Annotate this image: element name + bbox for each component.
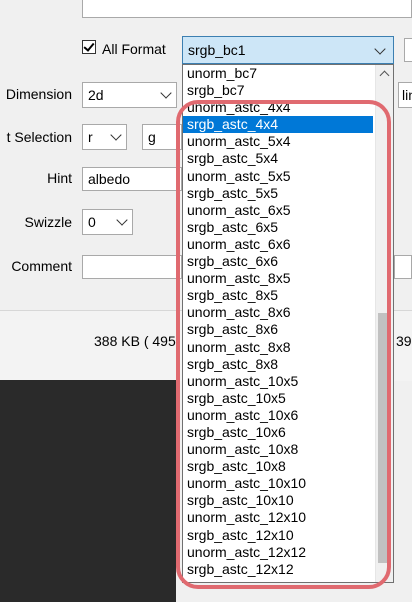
dropdown-option[interactable]: srgb_astc_10x10 [183, 492, 373, 509]
dropdown-option[interactable]: srgb_astc_10x5 [183, 390, 373, 407]
dropdown-option[interactable]: srgb_astc_6x6 [183, 253, 373, 270]
dropdown-option[interactable]: unorm_astc_12x12 [183, 544, 373, 561]
dropdown-option[interactable]: srgb_astc_10x6 [183, 424, 373, 441]
channel-g-value: g [148, 129, 156, 145]
dropdown-option[interactable]: srgb_astc_5x4 [183, 150, 373, 167]
top-text-field[interactable] [82, 0, 412, 18]
format-select-value: srgb_bc1 [188, 42, 246, 58]
size-text-right: 39 [396, 333, 412, 349]
scroll-up-icon[interactable] [376, 65, 393, 82]
dropdown-option[interactable]: srgb_astc_5x5 [183, 185, 373, 202]
dropdown-option[interactable]: unorm_astc_10x10 [183, 475, 373, 492]
dimension-value: 2d [88, 87, 104, 103]
dropdown-option[interactable]: unorm_astc_4x4 [183, 99, 373, 116]
chevron-down-icon [374, 43, 386, 55]
swizzle-value: 0 [88, 214, 96, 230]
channel-r-value: r [88, 129, 93, 145]
comment-input[interactable] [82, 255, 182, 279]
dropdown-option[interactable]: unorm_astc_10x6 [183, 407, 373, 424]
channel-selection-label: t Selection [6, 129, 72, 145]
size-text: 388 KB ( 495 [94, 333, 176, 349]
dropdown-option[interactable]: unorm_astc_5x5 [183, 168, 373, 185]
dropdown-option[interactable]: unorm_astc_10x5 [183, 373, 373, 390]
dropdown-option[interactable]: unorm_astc_12x10 [183, 509, 373, 526]
right-fragment-select[interactable]: lin [398, 82, 412, 108]
dropdown-option[interactable]: unorm_bc7 [183, 65, 373, 82]
scrollbar-thumb[interactable] [378, 313, 390, 563]
dropdown-option[interactable]: unorm_astc_8x5 [183, 270, 373, 287]
dropdown-option[interactable]: unorm_astc_8x8 [183, 339, 373, 356]
dropdown-option[interactable]: unorm_astc_10x8 [183, 441, 373, 458]
dropdown-option[interactable]: unorm_astc_6x6 [183, 236, 373, 253]
all-format-label: All Format [102, 41, 166, 57]
comment-input-right[interactable] [394, 255, 412, 279]
dropdown-option[interactable]: unorm_astc_6x5 [183, 202, 373, 219]
format-options: unorm_bc7 srgb_bc7 unorm_astc_4x4 srgb_astc… [183, 65, 373, 578]
dropdown-option[interactable]: srgb_astc_12x10 [183, 527, 373, 544]
dimension-select[interactable]: 2d [82, 82, 177, 108]
chevron-down-icon [110, 129, 122, 141]
dropdown-option[interactable]: srgb_astc_4x4 [183, 116, 373, 134]
dropdown-option[interactable]: srgb_astc_6x5 [183, 219, 373, 236]
dropdown-option[interactable]: srgb_astc_8x5 [183, 287, 373, 304]
hint-value: albedo [88, 171, 131, 187]
dimension-label: Dimension [5, 86, 72, 102]
swizzle-select[interactable]: 0 [82, 209, 133, 235]
dropdown-option[interactable]: srgb_astc_8x6 [183, 321, 373, 338]
right-fragment-control[interactable] [404, 38, 412, 62]
all-format-checkbox[interactable] [82, 40, 96, 54]
right-fragment-text: lin [402, 87, 412, 103]
hint-input[interactable]: albedo [82, 167, 182, 191]
swizzle-label: Swizzle [24, 214, 72, 230]
dropdown-option[interactable]: unorm_astc_5x4 [183, 133, 373, 150]
hint-label: Hint [47, 170, 72, 186]
comment-label: Comment [11, 258, 72, 274]
chevron-down-icon [160, 87, 172, 99]
dropdown-scrollbar[interactable] [375, 65, 393, 582]
chevron-down-icon [116, 214, 128, 226]
dropdown-option[interactable]: srgb_astc_10x8 [183, 458, 373, 475]
preview-panel [0, 380, 176, 602]
dropdown-option[interactable]: srgb_astc_8x8 [183, 356, 373, 373]
dropdown-option[interactable]: srgb_bc7 [183, 82, 373, 99]
dropdown-option[interactable]: srgb_astc_12x12 [183, 561, 373, 578]
channel-g-select[interactable]: g [142, 124, 182, 150]
dropdown-option[interactable]: unorm_astc_8x6 [183, 304, 373, 321]
channel-r-select[interactable]: r [82, 124, 127, 150]
format-dropdown-list[interactable]: unorm_bc7 srgb_bc7 unorm_astc_4x4 srgb_astc… [182, 64, 394, 583]
format-select[interactable]: srgb_bc1 [182, 36, 394, 64]
